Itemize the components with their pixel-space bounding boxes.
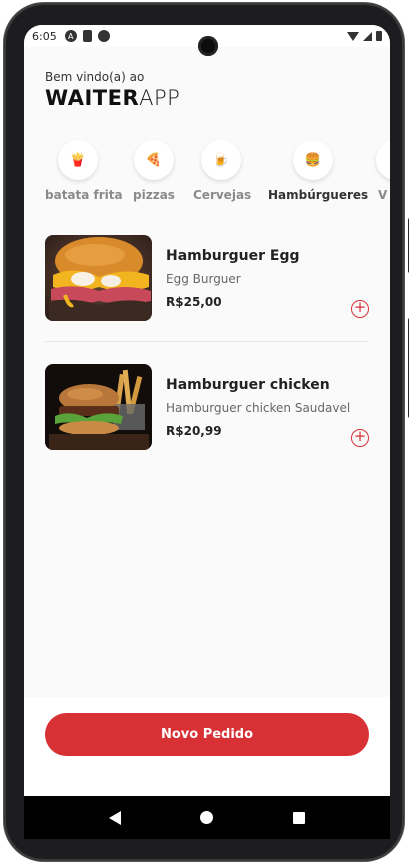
phone-frame: 6:05 A Bem vindo(a) ao WAITERAPP 🍟 batat… [4,3,409,861]
category-item-hamburgueres[interactable]: 🍔 Hambúrgueres [268,140,369,202]
new-order-button[interactable]: Novo Pedido [45,713,369,756]
category-label: pizzas [133,188,175,202]
add-to-order-icon[interactable]: + [351,429,369,447]
burger-icon: 🍔 [293,140,333,180]
more-category-icon [376,140,390,180]
category-label: batata frita [45,188,123,202]
brand-light: APP [139,86,181,110]
front-camera [198,36,218,56]
product-item[interactable]: Hamburguer chicken Hamburguer chicken Sa… [45,364,369,450]
status-time: 6:05 [32,29,57,43]
signal-icon [363,31,372,41]
beer-icon: 🍺 [201,140,241,180]
sd-card-icon [82,30,92,42]
fries-icon: 🍟 [58,140,98,180]
android-icon: A [64,30,77,42]
welcome-text: Bem vindo(a) ao [45,70,145,84]
product-price: R$20,99 [166,424,222,438]
category-item-batata-frita[interactable]: 🍟 batata frita [45,140,123,202]
product-name: Hamburguer Egg [166,248,300,264]
android-nav-bar [24,796,390,839]
add-to-order-icon[interactable]: + [351,300,369,318]
product-image [45,364,152,450]
home-icon[interactable] [200,811,214,824]
category-item-cervejas[interactable]: 🍺 Cervejas [193,140,252,202]
list-divider [45,341,369,342]
brand-logo: WAITERAPP [45,86,180,110]
product-price: R$25,00 [166,295,222,309]
app-screen: 6:05 A Bem vindo(a) ao WAITERAPP 🍟 batat… [24,25,390,839]
product-description: Egg Burguer [166,272,241,286]
wifi-icon [347,31,359,41]
category-label: Cervejas [193,188,252,202]
category-list: 🍟 batata frita 🍕 pizzas 🍺 Cervejas 🍔 Ham… [24,140,390,210]
product-description: Hamburguer chicken Saudavel [166,401,351,415]
battery-icon [376,31,382,41]
data-saver-icon [97,30,110,42]
footer: Novo Pedido [24,697,390,797]
back-icon[interactable] [108,810,121,825]
product-image [45,235,152,321]
category-item-pizzas[interactable]: 🍕 pizzas [129,140,179,202]
product-name: Hamburguer chicken [166,377,330,393]
recent-apps-icon[interactable] [293,811,306,824]
category-label: V [378,188,388,202]
brand-bold: WAITER [45,86,140,110]
product-item[interactable]: Hamburguer Egg Egg Burguer R$25,00 + [45,235,369,321]
category-item-partial[interactable]: V [376,140,390,202]
category-label: Hambúrgueres [268,188,369,202]
pizza-icon: 🍕 [134,140,174,180]
